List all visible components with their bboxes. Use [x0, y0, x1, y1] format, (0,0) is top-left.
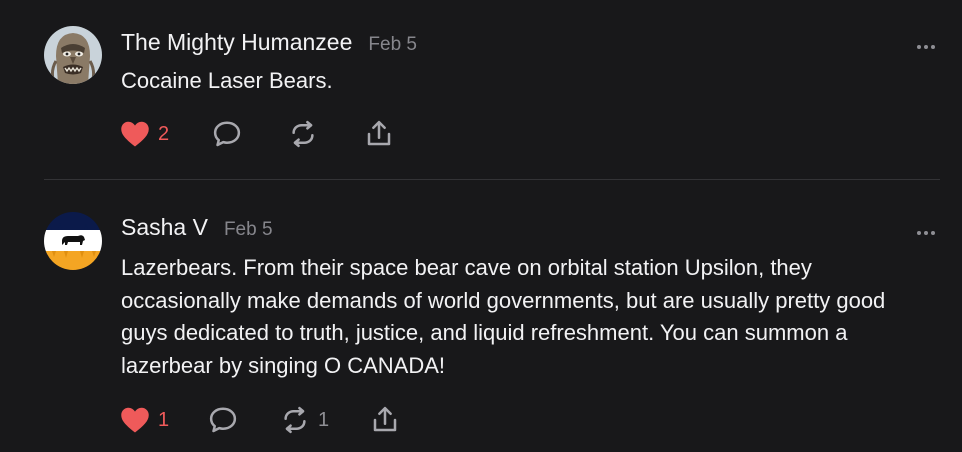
more-options-button[interactable] [916, 38, 936, 49]
more-options-button[interactable] [916, 224, 936, 235]
like-count: 2 [158, 122, 170, 145]
post-actions: 2 [120, 119, 420, 149]
repost-button[interactable]: 1 [280, 405, 329, 435]
heart-icon [121, 407, 149, 433]
avatar[interactable] [44, 212, 102, 270]
post-date[interactable]: Feb 5 [368, 34, 417, 56]
post-actions: 1 1 [120, 405, 420, 435]
post-header: Sasha V Feb 5 [121, 214, 273, 241]
avatar[interactable] [44, 26, 102, 84]
post-text: Lazerbears. From their space bear cave o… [121, 255, 886, 378]
comment-icon [209, 407, 237, 433]
author-name[interactable]: Sasha V [121, 214, 208, 241]
more-icon [917, 45, 935, 49]
post-header: The Mighty Humanzee Feb 5 [121, 29, 417, 56]
share-button[interactable] [370, 405, 400, 435]
author-name[interactable]: The Mighty Humanzee [121, 29, 352, 56]
post-date[interactable]: Feb 5 [224, 219, 273, 241]
repost-count: 1 [318, 408, 330, 431]
bigfoot-avatar-icon [44, 26, 102, 84]
more-icon [917, 231, 935, 235]
heart-icon [121, 121, 149, 147]
like-button[interactable]: 2 [120, 119, 169, 149]
share-icon [367, 120, 391, 146]
post: Sasha V Feb 5 Lazerbears. From their spa… [0, 180, 962, 452]
repost-icon [292, 120, 314, 148]
share-icon [373, 406, 397, 432]
like-count: 1 [158, 408, 170, 431]
like-button[interactable]: 1 [120, 405, 169, 435]
repost-icon [284, 406, 306, 434]
comment-icon [213, 121, 241, 147]
bison-flag-avatar-icon [44, 212, 102, 270]
post-text: Cocaine Laser Bears. [121, 68, 333, 93]
share-button[interactable] [364, 119, 394, 149]
post: The Mighty Humanzee Feb 5 Cocaine Laser … [0, 0, 962, 180]
reply-button[interactable] [208, 405, 238, 435]
reply-button[interactable] [212, 119, 242, 149]
repost-button[interactable] [288, 119, 318, 149]
